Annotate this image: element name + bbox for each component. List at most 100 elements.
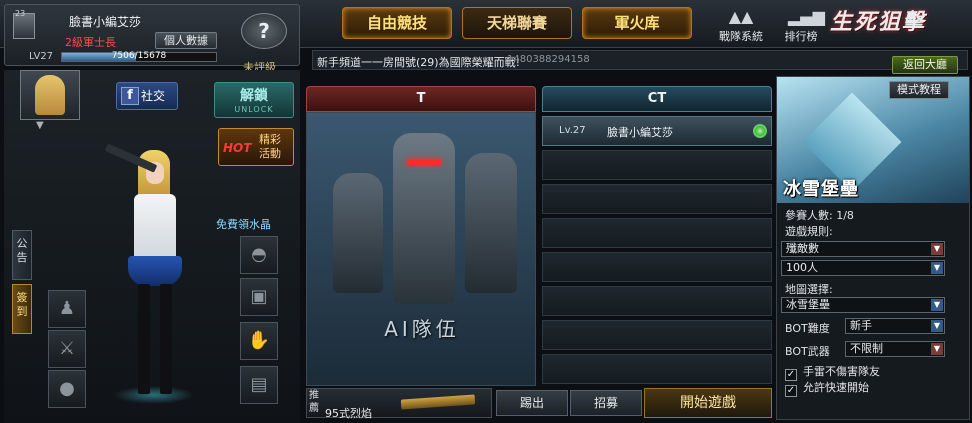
ai-team-panel: AI隊伍 [306,112,536,386]
social-button[interactable]: f 社交 [116,82,178,110]
team-t-header[interactable]: T [306,86,536,112]
player-title: 2級軍士長 [65,36,116,49]
recruit-button[interactable]: 招募 [570,390,642,416]
quick-join-checkbox[interactable]: ✓ [785,385,797,397]
ct-player-level: Lv.27 [559,125,586,136]
ai-soldier-left [333,173,383,293]
room-settings-panel: 冰雪堡壘 模式教程 參賽人數: 1/8 遊戲規則: 殲敵數 ▼ 100人 ▼ 地… [776,76,970,420]
bot-difficulty-value: 新手 [850,319,872,332]
melee-weapon-slot-icon[interactable]: ⚔ [48,330,86,368]
character-leg-right [160,284,172,394]
players-value: 1/8 [836,209,854,222]
free-competition-button[interactable]: 自由競技 [342,7,452,39]
character-body [134,194,176,262]
player-level: LV27 [29,51,54,62]
game-rule-value: 殲敵數 [786,242,819,255]
hot-badge: HOT [223,141,252,155]
character-skirt [128,256,182,286]
game-logo: 生死狙擊 [830,10,927,35]
bot-difficulty-label: BOT難度 [785,322,830,335]
chevron-down-icon: ▼ [931,262,943,274]
notice-code: 1480388294158 [507,54,590,65]
bot-weapon-label: BOT武器 [785,345,830,358]
rating-emblem-icon[interactable]: ? [241,13,287,49]
armory-button[interactable]: 軍火库 [582,7,692,39]
character-leg-left [138,284,150,394]
ct-player-slot[interactable]: Lv.27 臉書小編艾莎 [542,116,772,146]
grenade-slot-icon[interactable]: ● [48,370,86,408]
bot-weapon-value: 不限制 [850,342,883,355]
helmet-slot-icon[interactable]: ◓ [240,236,278,274]
player-info-panel: 23 臉書小編艾莎 2級軍士長 個人數據 LV27 7506/15678 ? 未… [4,4,300,74]
kill-target-value: 100人 [786,261,818,274]
chevron-down-icon: ▼ [931,343,943,355]
ranking-label: 排行榜 [784,30,818,43]
recommended-weapon-name: 95式烈焰 [325,407,372,420]
announcement-tab[interactable]: 公告 [12,230,32,280]
rule-label: 遊戲規則: [785,225,833,238]
ai-team-label: AI隊伍 [384,317,460,341]
gloves-slot-icon[interactable]: ✋ [240,322,278,360]
checkin-tab[interactable]: 簽到 [12,284,32,334]
ct-empty-slot[interactable] [542,184,772,214]
ai-soldier-glowing-eyes [407,159,441,165]
recommended-weapon[interactable]: 推薦 95式烈焰 [306,388,492,420]
map-select-value: 冰雪堡壘 [786,298,830,311]
social-label: 社交 [141,89,166,103]
player-character-model [104,143,204,420]
quick-join-label: 允許快速開始 [803,381,869,394]
bot-weapon-select[interactable]: 不限制 ▼ [845,341,945,357]
map-select-label: 地圖選擇: [785,283,833,296]
hot-events-label: 精彩活動 [259,133,281,160]
xp-text: 7506/15678 [111,51,167,61]
chevron-down-icon: ▼ [931,243,943,255]
ct-empty-slot[interactable] [542,320,772,350]
player-name: 臉書小編艾莎 [69,15,142,29]
team-ct-header[interactable]: CT [542,86,772,112]
players-count: 參賽人數: 1/8 [785,207,854,223]
vest-slot-icon[interactable]: ▣ [240,278,278,316]
ladder-button[interactable]: 天梯聯賽 [462,7,572,39]
ct-empty-slot[interactable] [542,218,772,248]
hot-events-button[interactable]: HOT 精彩活動 [218,128,294,166]
kick-button[interactable]: 踢出 [496,390,568,416]
grenade-option-label: 手雷不傷害隊友 [803,365,880,378]
ai-soldier-right [465,153,517,293]
ready-indicator-icon [753,124,767,138]
bear-pet-slot-icon[interactable]: ♟ [48,290,86,328]
bot-difficulty-select[interactable]: 新手 ▼ [845,318,945,334]
mode-tutorial-button[interactable]: 模式教程 [889,81,949,99]
unlock-button[interactable]: 解鎖 UNLOCK [214,82,294,118]
ai-soldier-center [393,133,455,303]
ct-player-name: 臉書小編艾莎 [607,126,673,139]
character-shadow [114,386,194,404]
map-select[interactable]: 冰雪堡壘 ▼ [781,297,945,313]
ct-empty-slot[interactable] [542,150,772,180]
players-label: 參賽人數: [785,209,833,222]
game-rule-select[interactable]: 殲敵數 ▼ [781,241,945,257]
personal-data-button[interactable]: 個人數據 [155,32,217,49]
avatar[interactable] [20,70,80,120]
boots-slot-icon[interactable]: ▤ [240,366,278,404]
free-crystal-link[interactable]: 免費領水晶 [216,216,271,232]
rifle-icon [400,394,476,410]
ct-empty-slot[interactable] [542,252,772,282]
back-to-lobby-button[interactable]: 返回大廳 [892,56,958,74]
bar-chart-icon: ▂▄▆ [788,7,825,26]
ranking-nav[interactable]: ▂▄▆ 排行榜 [772,6,830,46]
kill-target-select[interactable]: 100人 ▼ [781,260,945,276]
unlock-sublabel: UNLOCK [234,105,274,114]
allow-quick-join-option[interactable]: ✓ 允許快速開始 [785,379,869,397]
ct-empty-slot[interactable] [542,286,772,316]
clan-icon: ▲▲ [728,7,754,26]
clan-system-nav[interactable]: ▲▲ 戰隊系統 [712,6,770,46]
start-game-button[interactable]: 開始遊戲 [644,388,772,418]
avatar-portrait [35,75,65,115]
facebook-icon: f [121,87,139,105]
map-name-overlay: 冰雪堡壘 [783,179,859,200]
chevron-down-icon[interactable]: ▼ [36,120,44,131]
clan-system-label: 戰隊系統 [719,30,763,43]
ct-empty-slot[interactable] [542,354,772,384]
chevron-down-icon: ▼ [931,299,943,311]
ct-player-list: Lv.27 臉書小編艾莎 [542,112,772,386]
